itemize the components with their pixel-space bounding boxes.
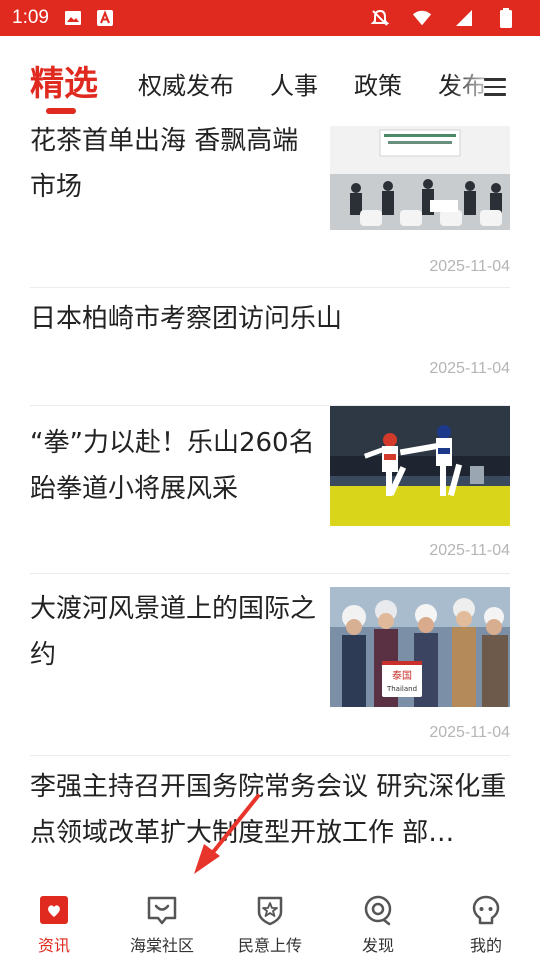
news-title: 首批200万杯“犍为茉莉花茶首单出海 香飘高端市场: [30, 126, 299, 202]
news-date: 2025-11-04: [429, 724, 510, 741]
nav-label: 资讯: [37, 936, 70, 955]
news-title: 日本柏崎市考察团访问乐山: [30, 304, 343, 334]
nav-item-community[interactable]: 海棠社区: [108, 870, 216, 960]
news-icon: [38, 894, 70, 926]
category-tab-bar: 精选 权威发布 人事 政策 发布: [0, 36, 540, 120]
mute-icon: [370, 8, 390, 28]
wifi-icon: [412, 8, 432, 28]
tab-featured[interactable]: 精选: [30, 56, 98, 105]
profile-icon: [470, 894, 502, 926]
status-time: 1:09: [12, 7, 49, 28]
news-thumbnail: [330, 406, 510, 526]
nav-label: 我的: [469, 936, 502, 955]
sign-text-en: Thailand: [386, 685, 417, 693]
list-item[interactable]: 大渡河风景道上的国际之约 泰国 Thailand 2025-11-04: [30, 574, 510, 756]
nav-item-discover[interactable]: 发现: [324, 870, 432, 960]
list-item[interactable]: 日本柏崎市考察团访问乐山 2025-11-04: [30, 288, 510, 406]
nav-label: 海棠社区: [129, 936, 194, 955]
nav-label: 发现: [361, 936, 394, 955]
sign-text-cn: 泰国: [392, 669, 412, 682]
upload-shield-icon: [254, 894, 286, 926]
news-date: 2025-11-04: [429, 258, 510, 275]
nav-item-news[interactable]: 资讯: [0, 870, 108, 960]
tab-authority-release[interactable]: 权威发布: [138, 66, 234, 101]
list-item[interactable]: “拳”力以赴！乐山260名跆拳道小将展风采 2025-11-04: [30, 406, 510, 574]
nav-item-profile[interactable]: 我的: [432, 870, 540, 960]
menu-icon[interactable]: [484, 78, 506, 96]
news-title: 李强主持召开国务院常务会议 研究深化重点领域改革扩大制度型开放工作 部…: [30, 772, 507, 848]
list-item[interactable]: 首批200万杯“犍为茉莉花茶首单出海 香飘高端市场: [30, 120, 510, 288]
nav-label: 民意上传: [237, 936, 302, 955]
news-date: 2025-11-04: [429, 542, 510, 559]
image-icon: [63, 8, 83, 28]
text-a-icon: [95, 8, 115, 28]
nav-item-upload[interactable]: 民意上传: [216, 870, 324, 960]
news-thumbnail: [330, 126, 510, 230]
active-tab-indicator: [46, 108, 76, 114]
tab-policy[interactable]: 政策: [354, 66, 402, 101]
status-bar: 1:09: [0, 0, 540, 36]
tab-personnel[interactable]: 人事: [270, 66, 318, 101]
discover-icon: [362, 894, 394, 926]
bottom-navigation: 资讯 海棠社区 民意上传 发现 我的: [0, 870, 540, 960]
signal-icon: [454, 8, 474, 28]
news-list: 首批200万杯“犍为茉莉花茶首单出海 香飘高端市场: [0, 120, 540, 870]
news-date: 2025-11-04: [429, 360, 510, 377]
battery-icon: [496, 8, 516, 28]
community-icon: [146, 894, 178, 926]
news-title: 大渡河风景道上的国际之约: [30, 594, 317, 670]
list-item[interactable]: 李强主持召开国务院常务会议 研究深化重点领域改革扩大制度型开放工作 部…: [30, 756, 510, 870]
news-title: “拳”力以赴！乐山260名跆拳道小将展风采: [30, 428, 315, 504]
news-thumbnail: 泰国 Thailand: [330, 587, 510, 707]
